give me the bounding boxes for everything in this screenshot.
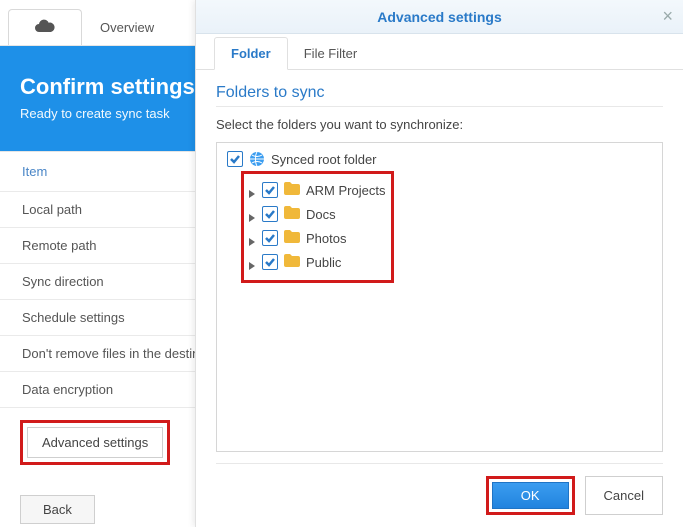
cancel-button[interactable]: Cancel (585, 476, 663, 515)
highlight-ok: OK (486, 476, 575, 515)
caret-right-icon[interactable] (248, 258, 256, 266)
globe-icon (249, 151, 265, 167)
advanced-settings-dialog: Advanced settings × Folder File Filter F… (195, 0, 683, 527)
checkbox[interactable] (227, 151, 243, 167)
caret-right-icon[interactable] (248, 210, 256, 218)
dialog-header: Advanced settings × (196, 0, 683, 34)
folder-icon (284, 206, 300, 222)
tab-overview[interactable]: Overview (82, 9, 192, 45)
tree-root-row[interactable]: Synced root folder (227, 151, 652, 167)
caret-right-icon[interactable] (248, 186, 256, 194)
tree-child-label: Photos (306, 231, 346, 246)
checkbox[interactable] (262, 206, 278, 222)
tree-child-row[interactable]: Public (248, 250, 385, 274)
section-description: Select the folders you want to synchroni… (216, 117, 663, 132)
folder-icon (284, 230, 300, 246)
folder-icon (284, 182, 300, 198)
tree-child-row[interactable]: Photos (248, 226, 385, 250)
checkbox[interactable] (262, 182, 278, 198)
section-title: Folders to sync (216, 84, 663, 102)
dialog-footer: OK Cancel (216, 463, 663, 515)
dialog-tabs: Folder File Filter (196, 34, 683, 70)
tree-root-label: Synced root folder (271, 152, 377, 167)
tree-child-row[interactable]: ARM Projects (248, 178, 385, 202)
dialog-title: Advanced settings (377, 9, 501, 25)
checkbox[interactable] (262, 230, 278, 246)
close-icon[interactable]: × (662, 6, 673, 27)
tab-folder[interactable]: Folder (214, 37, 288, 70)
tree-child-label: ARM Projects (306, 183, 385, 198)
cloud-icon (34, 19, 56, 36)
folder-tree: Synced root folder ARM Projects Docs (216, 142, 663, 452)
highlight-advanced: Advanced settings (20, 420, 170, 465)
ok-button[interactable]: OK (492, 482, 569, 509)
checkbox[interactable] (262, 254, 278, 270)
folder-icon (284, 254, 300, 270)
tree-child-row[interactable]: Docs (248, 202, 385, 226)
tree-child-label: Public (306, 255, 341, 270)
tab-file-filter[interactable]: File Filter (288, 38, 373, 69)
back-button[interactable]: Back (20, 495, 95, 524)
tree-child-label: Docs (306, 207, 336, 222)
tab-cloud[interactable] (8, 9, 82, 45)
caret-right-icon[interactable] (248, 234, 256, 242)
tab-overview-label: Overview (100, 20, 154, 35)
highlight-checkboxes: ARM Projects Docs Photos (241, 171, 394, 283)
advanced-settings-button[interactable]: Advanced settings (27, 427, 163, 458)
